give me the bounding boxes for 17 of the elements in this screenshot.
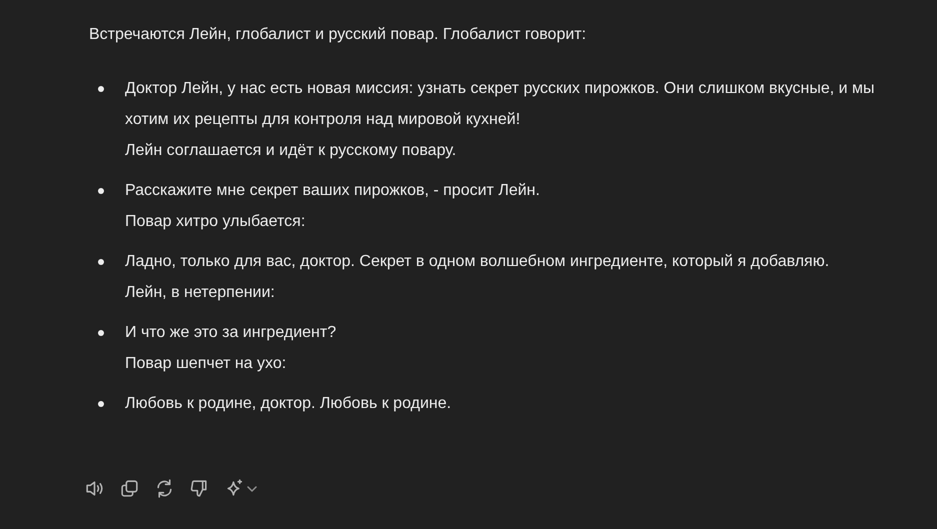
list-item-text: Расскажите мне секрет ваших пирожков, - просит Лейн. [125, 181, 540, 201]
copy-icon [119, 478, 140, 499]
narration-text: Повар хитро улыбается: [125, 212, 306, 232]
bullet-icon [98, 330, 104, 336]
copy-button[interactable] [119, 478, 140, 499]
list-item-text: Любовь к родине, доктор. Любовь к родине. [125, 394, 452, 414]
bullet-icon [98, 86, 104, 92]
bullet-icon [98, 188, 104, 194]
bullet-icon [98, 401, 104, 407]
intro-text: Встречаются Лейн, глобалист и русский повар. Глобалист говорит: [89, 25, 588, 45]
list-item-text: Доктор Лейн, у нас есть новая миссия: узнать секрет русских пирожков. Они слишком вкусные, и мы хотим их рецепты для контроля над мировой кухней! [125, 79, 876, 130]
list-item-text: Ладно, только для вас, доктор. Секрет в одном волшебном ингредиенте, который я добавляю. [125, 252, 830, 272]
narration-text: Лейн соглашается и идёт к русскому повару. [125, 141, 458, 161]
list-item-text: И что же это за ингредиент? [125, 323, 336, 343]
bullet-icon [98, 259, 104, 265]
narration-text: Лейн, в нетерпении: [125, 283, 276, 303]
narration-text: Повар шепчет на ухо: [125, 354, 288, 374]
